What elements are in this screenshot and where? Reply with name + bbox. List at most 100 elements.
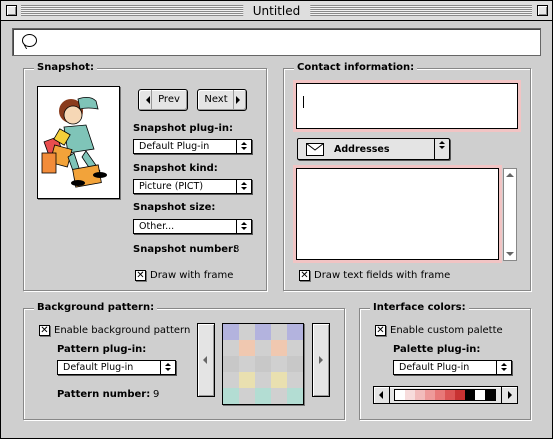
pattern-cell bbox=[255, 340, 271, 356]
next-button[interactable]: Next bbox=[197, 89, 247, 111]
palette-swatch[interactable] bbox=[485, 390, 495, 400]
pattern-cell bbox=[255, 372, 271, 388]
pattern-cell bbox=[271, 388, 287, 404]
pattern-cell bbox=[223, 356, 239, 372]
speech-bubble-icon bbox=[22, 34, 37, 47]
enable-background-pattern-checkbox[interactable]: ✕ bbox=[39, 325, 50, 336]
palette-next-button[interactable] bbox=[501, 387, 517, 403]
addresses-scrollbar[interactable] bbox=[503, 168, 517, 261]
palette-swatch[interactable] bbox=[445, 390, 455, 400]
pattern-preview bbox=[222, 323, 304, 405]
addresses-select[interactable]: Addresses bbox=[297, 138, 450, 160]
pattern-prev-button[interactable] bbox=[197, 323, 215, 397]
palette-swatch[interactable] bbox=[415, 390, 425, 400]
pattern-cell bbox=[271, 324, 287, 340]
snapshot-group-label: Snapshot: bbox=[34, 62, 97, 74]
pattern-cell bbox=[287, 340, 303, 356]
enable-background-pattern-label: Enable background pattern bbox=[54, 325, 191, 336]
contact-name-input[interactable] bbox=[296, 83, 518, 129]
palette-swatches[interactable] bbox=[394, 389, 496, 401]
draw-text-fields-frame-label: Draw text fields with frame bbox=[314, 270, 451, 281]
window-title: Untitled bbox=[242, 3, 311, 19]
popup-arrows-icon bbox=[236, 180, 251, 193]
draw-text-fields-frame-checkbox[interactable]: ✕ bbox=[299, 270, 310, 281]
pattern-cell bbox=[287, 372, 303, 388]
popup-arrows-icon bbox=[236, 220, 251, 233]
addresses-field-frame bbox=[293, 165, 502, 263]
next-button-label: Next bbox=[204, 94, 228, 105]
palette-plugin-select[interactable]: Default Plug-in bbox=[393, 360, 512, 375]
text-caret bbox=[303, 96, 304, 108]
palette-swatch[interactable] bbox=[465, 390, 475, 400]
left-arrow-icon bbox=[146, 96, 150, 104]
snapshot-image bbox=[37, 86, 120, 199]
courier-illustration-icon bbox=[41, 97, 107, 188]
palette-picker bbox=[373, 386, 518, 404]
popup-arrows-icon bbox=[236, 140, 251, 153]
zoom-box-icon[interactable] bbox=[537, 5, 548, 16]
addresses-select-label: Addresses bbox=[334, 144, 390, 155]
enable-custom-palette-label: Enable custom palette bbox=[390, 325, 503, 336]
pattern-cell bbox=[255, 324, 271, 340]
prev-button[interactable]: Prev bbox=[138, 89, 188, 111]
pattern-cell bbox=[255, 388, 271, 404]
pattern-cell bbox=[255, 356, 271, 372]
snapshot-plugin-value: Default Plug-in bbox=[139, 141, 210, 152]
pattern-cell bbox=[287, 388, 303, 404]
pattern-plugin-select[interactable]: Default Plug-in bbox=[57, 360, 176, 375]
right-arrow-icon bbox=[236, 96, 240, 104]
addresses-textarea[interactable] bbox=[296, 168, 499, 260]
right-arrow-icon bbox=[508, 391, 512, 399]
snapshot-number-label: Snapshot number: bbox=[133, 244, 237, 255]
popup-arrows-icon bbox=[434, 139, 449, 159]
snapshot-plugin-label: Snapshot plug-in: bbox=[133, 123, 233, 134]
main-window: Untitled Snapshot: Prev Next Snapshot pl… bbox=[0, 0, 553, 439]
palette-swatch[interactable] bbox=[395, 390, 405, 400]
envelope-icon bbox=[306, 143, 324, 156]
close-box-icon[interactable] bbox=[6, 5, 17, 16]
pattern-cell bbox=[223, 372, 239, 388]
palette-swatch[interactable] bbox=[435, 390, 445, 400]
pattern-cell bbox=[223, 340, 239, 356]
enable-custom-palette-checkbox[interactable]: ✕ bbox=[375, 325, 386, 336]
snapshot-size-label: Snapshot size: bbox=[133, 202, 216, 213]
pattern-cell bbox=[239, 356, 255, 372]
name-field-frame bbox=[293, 80, 521, 132]
snapshot-kind-label: Snapshot kind: bbox=[133, 163, 218, 174]
search-field[interactable] bbox=[12, 28, 541, 56]
snapshot-size-select[interactable]: Other... bbox=[133, 219, 252, 234]
snapshot-size-value: Other... bbox=[139, 221, 175, 232]
contact-group: Contact information: Addresses ✕ Draw te… bbox=[283, 62, 531, 291]
pattern-cell bbox=[271, 340, 287, 356]
palette-swatch[interactable] bbox=[405, 390, 415, 400]
popup-arrows-icon bbox=[160, 361, 175, 374]
left-arrow-icon bbox=[379, 391, 383, 399]
palette-prev-button[interactable] bbox=[374, 387, 390, 403]
palette-swatch[interactable] bbox=[475, 390, 485, 400]
scroll-down-arrow-icon[interactable] bbox=[506, 252, 514, 256]
draw-with-frame-label: Draw with frame bbox=[150, 270, 234, 281]
pattern-next-button[interactable] bbox=[312, 323, 330, 397]
background-pattern-group: Background pattern: ✕ Enable background … bbox=[23, 302, 345, 420]
draw-with-frame-checkbox[interactable]: ✕ bbox=[135, 270, 146, 281]
pattern-cell bbox=[239, 388, 255, 404]
contact-group-label: Contact information: bbox=[294, 62, 418, 74]
palette-plugin-label: Palette plug-in: bbox=[393, 344, 481, 355]
pattern-cell bbox=[271, 372, 287, 388]
pattern-number-value: 9 bbox=[153, 389, 160, 400]
pattern-cell bbox=[239, 340, 255, 356]
scroll-up-arrow-icon[interactable] bbox=[506, 173, 514, 177]
interface-colors-group-label: Interface colors: bbox=[370, 302, 469, 314]
snapshot-kind-select[interactable]: Picture (PICT) bbox=[133, 179, 252, 194]
pattern-plugin-value: Default Plug-in bbox=[63, 362, 134, 373]
palette-swatch[interactable] bbox=[425, 390, 435, 400]
right-arrow-icon bbox=[319, 356, 323, 364]
pattern-cell bbox=[239, 324, 255, 340]
snapshot-plugin-select[interactable]: Default Plug-in bbox=[133, 139, 252, 154]
snapshot-number-value: 8 bbox=[233, 244, 240, 255]
pattern-cell bbox=[287, 324, 303, 340]
pattern-cell bbox=[223, 388, 239, 404]
palette-swatch[interactable] bbox=[455, 390, 465, 400]
title-bar[interactable]: Untitled bbox=[1, 1, 552, 21]
palette-plugin-value: Default Plug-in bbox=[399, 362, 470, 373]
